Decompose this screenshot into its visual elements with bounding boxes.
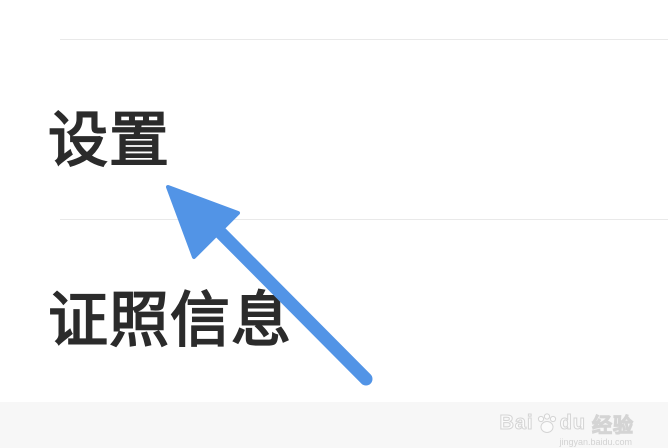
watermark-brand-cn: 经验 <box>592 413 634 438</box>
watermark-url: jingyan.baidu.com <box>559 437 632 447</box>
baidu-jingyan-watermark: Bai du 经验 <box>499 409 634 438</box>
paw-icon <box>537 412 556 433</box>
watermark-logo-bai: Bai <box>499 412 534 435</box>
top-divider <box>60 39 668 40</box>
menu-item-license-info[interactable]: 证照信息 <box>48 280 292 356</box>
watermark-logo-du: du <box>559 412 586 435</box>
middle-divider <box>60 219 668 220</box>
settings-menu-list: 设置 证照信息 <box>0 0 668 402</box>
menu-item-settings[interactable]: 设置 <box>48 100 170 176</box>
